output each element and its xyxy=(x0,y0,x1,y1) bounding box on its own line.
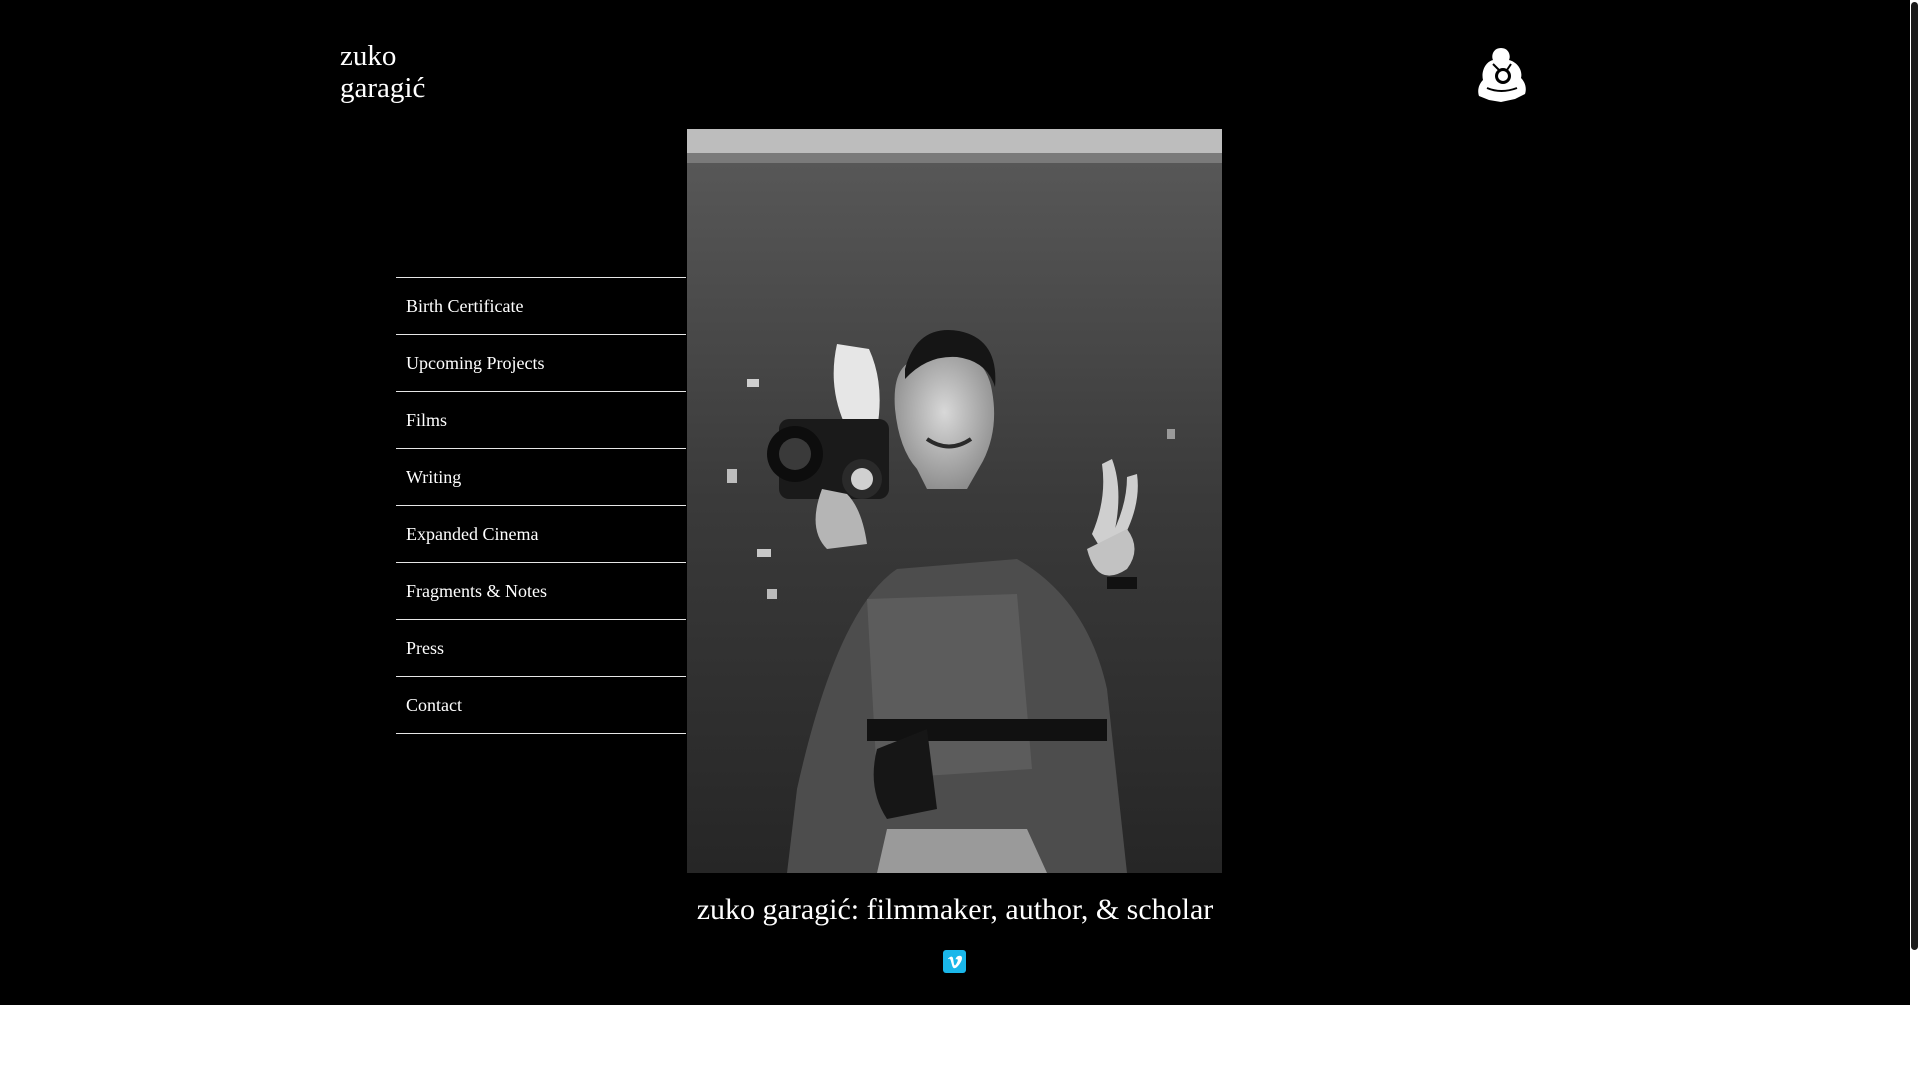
mascot-icon[interactable] xyxy=(1473,44,1529,104)
nav-item-writing[interactable]: Writing xyxy=(396,449,686,506)
nav-item-birth-certificate[interactable]: Birth Certificate xyxy=(396,278,686,335)
tagline: zuko garagić: filmmaker, author, & schol… xyxy=(696,893,1214,926)
nav-item-fragments-notes[interactable]: Fragments & Notes xyxy=(396,563,686,620)
logo-line-first-name: zuko xyxy=(340,40,397,72)
nav-item-expanded-cinema[interactable]: Expanded Cinema xyxy=(396,506,686,563)
nav-item-films[interactable]: Films xyxy=(396,392,686,449)
site-logo[interactable]: zuko garagić xyxy=(340,40,480,104)
scrollbar-thumb[interactable] xyxy=(1911,2,1918,950)
portrait-photo xyxy=(687,129,1222,873)
nav-item-upcoming-projects[interactable]: Upcoming Projects xyxy=(396,335,686,392)
logo-line-last-name: garagić xyxy=(340,72,426,104)
main-nav: Birth Certificate Upcoming Projects Film… xyxy=(396,277,686,734)
page: zuko garagić Birth Certificate Upcoming … xyxy=(0,0,1920,1080)
nav-item-contact[interactable]: Contact xyxy=(396,677,686,734)
vimeo-icon[interactable] xyxy=(943,950,966,973)
nav-item-press[interactable]: Press xyxy=(396,620,686,677)
